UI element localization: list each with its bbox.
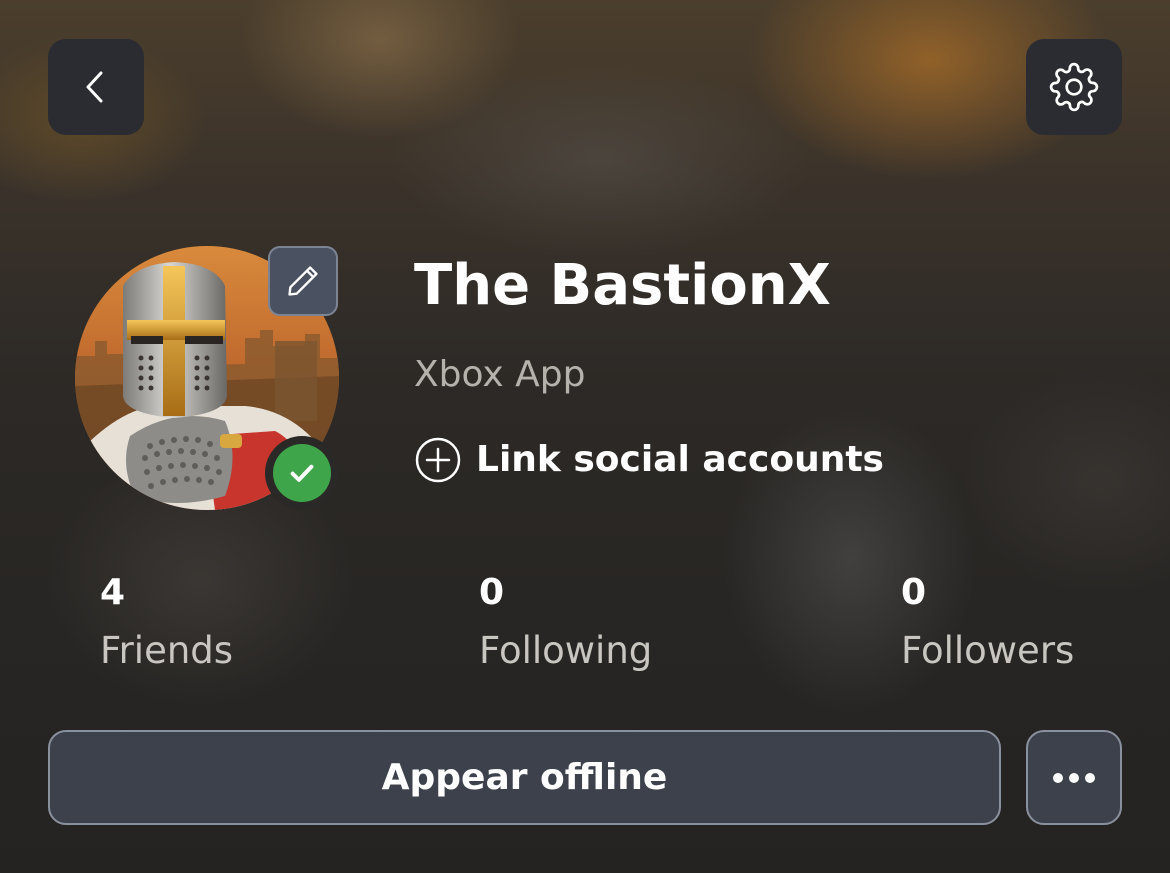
link-social-accounts-button[interactable]: Link social accounts	[414, 436, 884, 484]
edit-avatar-button[interactable]	[268, 246, 338, 316]
followers-label: Followers	[901, 629, 1075, 672]
following-count: 0	[479, 572, 505, 613]
gear-icon	[1049, 62, 1099, 112]
online-status-badge	[265, 436, 339, 510]
following-stat[interactable]: 0 Following	[479, 570, 652, 676]
followers-count: 0	[901, 572, 927, 613]
avatar-container	[75, 246, 341, 512]
following-label: Following	[479, 629, 653, 672]
online-status-dot	[273, 444, 331, 502]
more-options-button[interactable]	[1026, 730, 1122, 825]
profile-subtitle: Xbox App	[414, 354, 586, 395]
ellipsis-icon	[1053, 772, 1095, 783]
pencil-icon	[288, 266, 318, 296]
back-button[interactable]	[48, 39, 144, 135]
friends-stat[interactable]: 4 Friends	[100, 570, 233, 676]
settings-button[interactable]	[1026, 39, 1122, 135]
followers-stat[interactable]: 0 Followers	[901, 570, 1074, 676]
checkmark-icon	[290, 464, 314, 482]
chevron-left-icon	[86, 71, 103, 103]
plus-circle-icon	[415, 437, 461, 483]
link-social-accounts-label: Link social accounts	[476, 439, 884, 480]
appear-offline-button[interactable]: Appear offline	[48, 730, 1001, 825]
gamertag: The BastionX	[414, 253, 831, 318]
friends-count: 4	[100, 572, 126, 613]
friends-label: Friends	[100, 629, 234, 672]
